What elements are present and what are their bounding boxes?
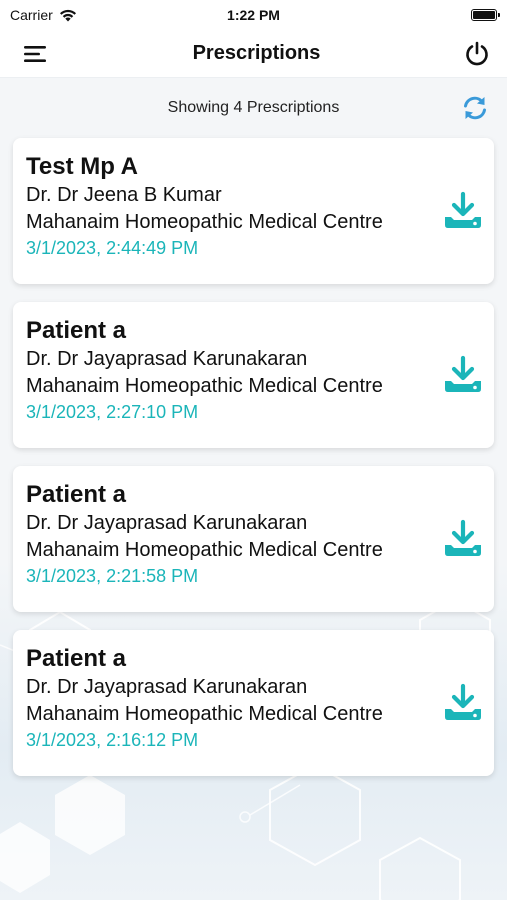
doctor-name: Dr. Dr Jayaprasad Karunakaran xyxy=(26,348,308,370)
doctor-name: Dr. Dr Jayaprasad Karunakaran xyxy=(26,512,308,534)
doctor-name: Dr. Dr Jayaprasad Karunakaran xyxy=(26,676,308,698)
clinic-name: Mahanaim Homeopathic Medical Centre xyxy=(26,211,383,233)
status-right xyxy=(357,9,500,21)
prescription-datetime: 3/1/2023, 2:44:49 PM xyxy=(26,238,199,258)
hamburger-menu-icon[interactable] xyxy=(20,38,52,70)
doctor-name: Dr. Dr Jeena B Kumar xyxy=(26,184,222,206)
summary-row: Showing 4 Prescriptions xyxy=(0,78,507,138)
clinic-name: Mahanaim Homeopathic Medical Centre xyxy=(26,375,383,397)
download-icon[interactable] xyxy=(442,518,484,560)
clinic-name: Mahanaim Homeopathic Medical Centre xyxy=(26,703,383,725)
patient-name: Patient a xyxy=(26,481,127,508)
prescription-count-label: Showing 4 Prescriptions xyxy=(167,99,340,116)
prescription-card[interactable]: Patient a Dr. Dr Jayaprasad Karunakaran … xyxy=(13,630,494,776)
prescription-card[interactable]: Patient a Dr. Dr Jayaprasad Karunakaran … xyxy=(13,302,494,448)
download-icon[interactable] xyxy=(442,682,484,724)
prescription-card[interactable]: Patient a Dr. Dr Jayaprasad Karunakaran … xyxy=(13,466,494,612)
download-icon[interactable] xyxy=(442,354,484,396)
prescription-datetime: 3/1/2023, 2:21:58 PM xyxy=(26,566,199,586)
power-icon[interactable] xyxy=(461,38,493,70)
status-time: 1:22 PM xyxy=(227,7,280,23)
prescription-card[interactable]: Test Mp A Dr. Dr Jeena B Kumar Mahanaim … xyxy=(13,138,494,284)
prescription-list: Test Mp A Dr. Dr Jeena B Kumar Mahanaim … xyxy=(0,138,507,776)
nav-bar: Prescriptions xyxy=(0,30,507,78)
status-left: Carrier xyxy=(10,7,150,23)
patient-name: Patient a xyxy=(26,645,127,672)
wifi-icon xyxy=(59,9,76,21)
status-bar: Carrier 1:22 PM xyxy=(0,0,507,30)
page-title: Prescriptions xyxy=(192,42,321,64)
patient-name: Patient a xyxy=(26,317,127,344)
prescription-datetime: 3/1/2023, 2:16:12 PM xyxy=(26,730,199,750)
download-icon[interactable] xyxy=(442,190,484,232)
carrier-label: Carrier xyxy=(10,7,53,23)
battery-icon xyxy=(470,9,500,21)
refresh-icon[interactable] xyxy=(459,92,491,124)
prescription-datetime: 3/1/2023, 2:27:10 PM xyxy=(26,402,199,422)
clinic-name: Mahanaim Homeopathic Medical Centre xyxy=(26,539,383,561)
patient-name: Test Mp A xyxy=(26,153,138,180)
